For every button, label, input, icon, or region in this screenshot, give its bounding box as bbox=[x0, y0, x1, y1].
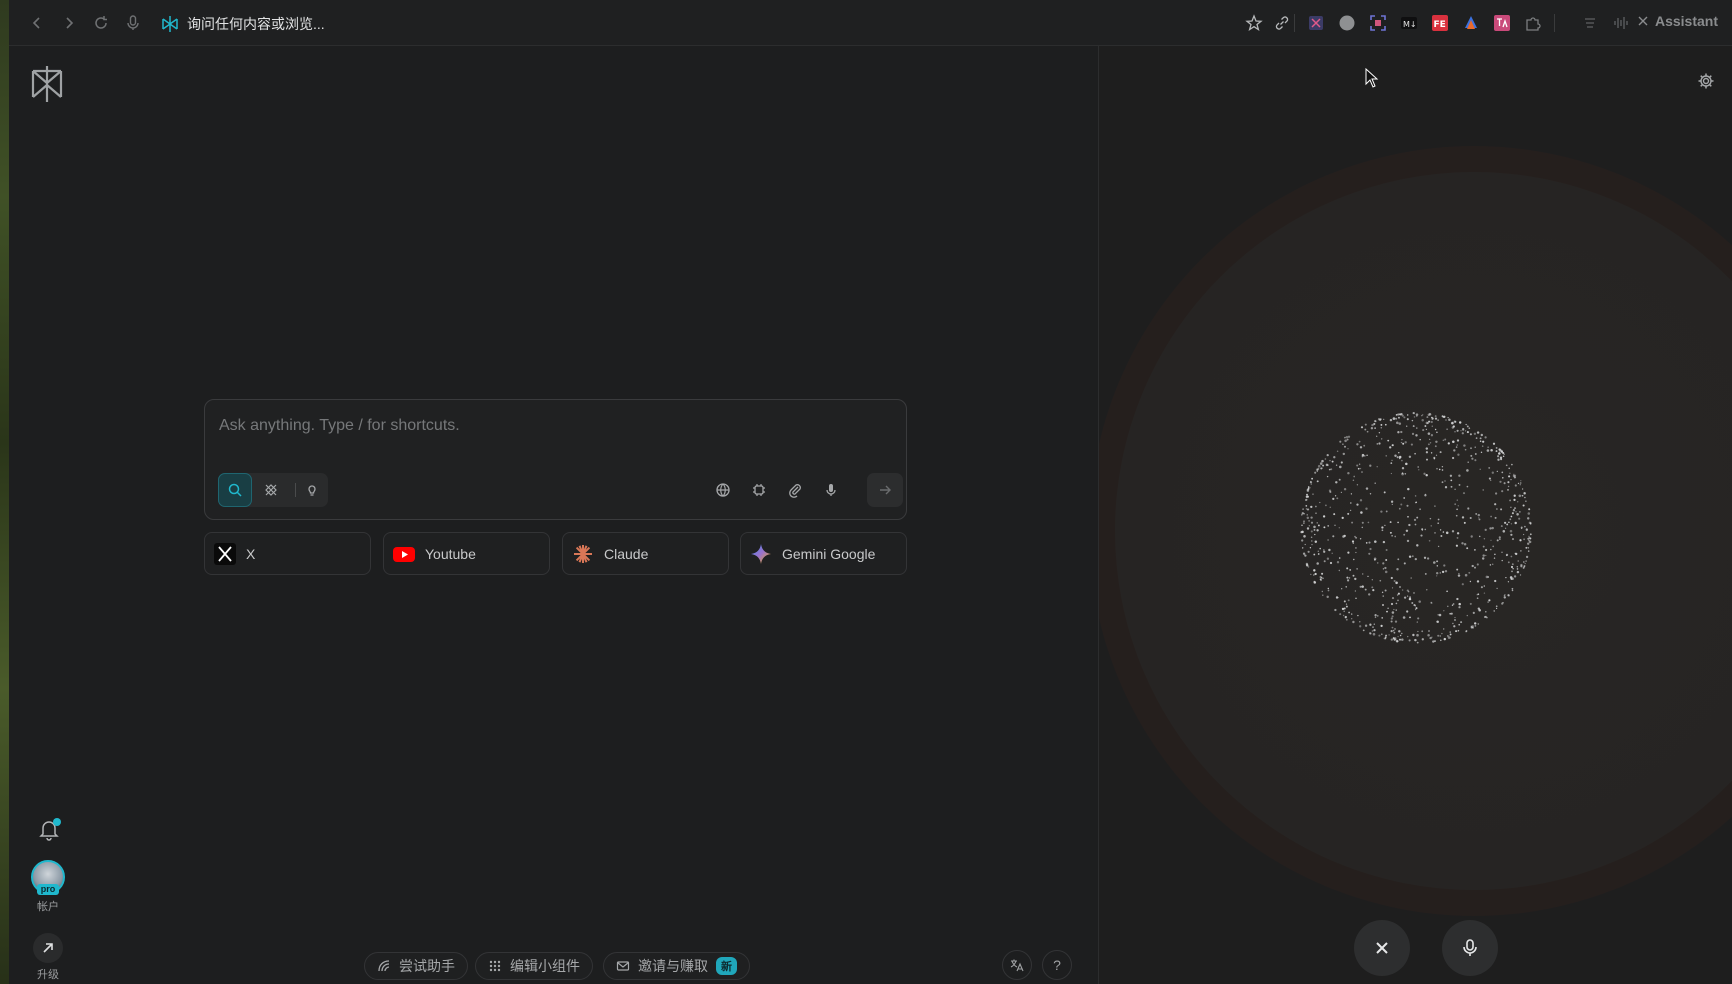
assistant-icon bbox=[378, 960, 390, 972]
svg-text:M↓: M↓ bbox=[1403, 20, 1417, 29]
shortcut-x[interactable]: X bbox=[204, 532, 371, 575]
youtube-logo-icon bbox=[393, 543, 415, 565]
screenshot-extension-icon[interactable] bbox=[1307, 14, 1325, 32]
claude-logo-icon bbox=[572, 543, 594, 565]
lightbulb-icon bbox=[308, 485, 316, 496]
arrow-right-icon bbox=[880, 485, 891, 495]
microphone-icon[interactable] bbox=[821, 480, 841, 500]
extensions-puzzle-icon[interactable] bbox=[1524, 14, 1542, 32]
research-mode-button[interactable] bbox=[254, 473, 288, 507]
labs-mode-button[interactable] bbox=[295, 473, 329, 507]
search-icon bbox=[228, 483, 242, 497]
try-assistant-label: 尝试助手 bbox=[399, 958, 455, 974]
markdown-extension-icon[interactable]: M↓ bbox=[1400, 14, 1418, 32]
gear-icon[interactable] bbox=[1697, 72, 1715, 90]
forward-icon[interactable] bbox=[59, 13, 79, 33]
account-label: 帐户 bbox=[37, 901, 59, 913]
audio-bars-icon[interactable] bbox=[1612, 14, 1630, 32]
shortcut-gemini[interactable]: Gemini Google bbox=[740, 532, 907, 575]
submit-button[interactable] bbox=[867, 473, 903, 507]
shortcut-label: X bbox=[246, 545, 256, 562]
assistant-tab-label: Assistant bbox=[1654, 13, 1718, 29]
shortcut-claude[interactable]: Claude bbox=[562, 532, 729, 575]
arrow-up-right-icon bbox=[43, 943, 53, 953]
shortcut-label: Claude bbox=[604, 545, 649, 562]
close-icon bbox=[1638, 16, 1648, 26]
voice-particle-sphere bbox=[1300, 412, 1532, 644]
help-label: ? bbox=[1053, 957, 1061, 973]
help-button[interactable]: ? bbox=[1042, 950, 1072, 980]
upgrade-label: 升级 bbox=[37, 969, 59, 981]
grid-dots-icon bbox=[489, 960, 501, 972]
research-icon bbox=[265, 484, 277, 496]
shortcut-label: Youtube bbox=[425, 545, 476, 562]
link-icon[interactable] bbox=[1273, 14, 1291, 32]
microphone-icon bbox=[1463, 939, 1477, 956]
globe-icon[interactable] bbox=[713, 480, 733, 500]
bookmark-star-icon[interactable] bbox=[1245, 14, 1263, 32]
x-logo-icon bbox=[214, 542, 236, 565]
invite-earn-label: 邀请与赚取 bbox=[638, 958, 708, 974]
microphone-button[interactable] bbox=[1442, 920, 1498, 976]
translate-icon bbox=[1010, 959, 1024, 972]
back-icon[interactable] bbox=[27, 13, 47, 33]
edit-widgets-label: 编辑小组件 bbox=[510, 958, 580, 974]
try-assistant-button[interactable]: 尝试助手 bbox=[364, 952, 468, 980]
language-button[interactable] bbox=[1002, 950, 1032, 980]
mouse-cursor bbox=[1365, 68, 1379, 88]
voice-search-icon[interactable] bbox=[123, 13, 143, 33]
close-icon bbox=[1376, 942, 1388, 954]
assistant-tab[interactable]: Assistant bbox=[1637, 13, 1718, 29]
edit-widgets-button[interactable]: 编辑小组件 bbox=[475, 952, 593, 980]
search-mode-group bbox=[218, 473, 328, 507]
end-voice-button[interactable] bbox=[1354, 920, 1410, 976]
translate-extension-icon[interactable] bbox=[1493, 14, 1511, 32]
browser-toolbar: 询问任何内容或浏览... M↓ FE Assistant bbox=[9, 0, 1732, 46]
model-chip-icon[interactable] bbox=[749, 480, 769, 500]
mail-icon bbox=[616, 961, 630, 971]
perplexity-favicon-icon bbox=[161, 15, 179, 33]
menu-lines-icon[interactable] bbox=[1581, 14, 1599, 32]
paperclip-icon[interactable] bbox=[785, 480, 805, 500]
upgrade-button[interactable] bbox=[33, 933, 63, 963]
browser-window: 询问任何内容或浏览... M↓ FE Assistant pro 帐户 升级 A… bbox=[9, 0, 1732, 984]
color-extension-icon[interactable] bbox=[1462, 14, 1480, 32]
perplexity-logo[interactable] bbox=[29, 64, 65, 104]
assistant-panel bbox=[1099, 46, 1732, 984]
shortcut-label: Gemini Google bbox=[782, 545, 876, 562]
new-badge: 新 bbox=[716, 957, 737, 975]
gemini-logo-icon bbox=[750, 543, 772, 565]
svg-text:FE: FE bbox=[1434, 20, 1446, 30]
capture-extension-icon[interactable] bbox=[1369, 14, 1387, 32]
address-bar-text: 询问任何内容或浏览... bbox=[187, 16, 325, 32]
fe-extension-icon[interactable]: FE bbox=[1431, 14, 1449, 32]
search-input[interactable] bbox=[217, 412, 891, 440]
address-bar[interactable]: 询问任何内容或浏览... bbox=[161, 12, 325, 36]
reload-icon[interactable] bbox=[91, 13, 111, 33]
notification-dot bbox=[53, 818, 61, 826]
search-mode-button[interactable] bbox=[218, 473, 252, 507]
invite-earn-button[interactable]: 邀请与赚取 新 bbox=[603, 952, 750, 980]
search-box bbox=[204, 399, 907, 520]
circle-extension-icon[interactable] bbox=[1338, 14, 1356, 32]
pro-badge: pro bbox=[37, 884, 59, 895]
shortcut-youtube[interactable]: Youtube bbox=[383, 532, 550, 575]
desktop-wallpaper-edge bbox=[0, 0, 9, 984]
